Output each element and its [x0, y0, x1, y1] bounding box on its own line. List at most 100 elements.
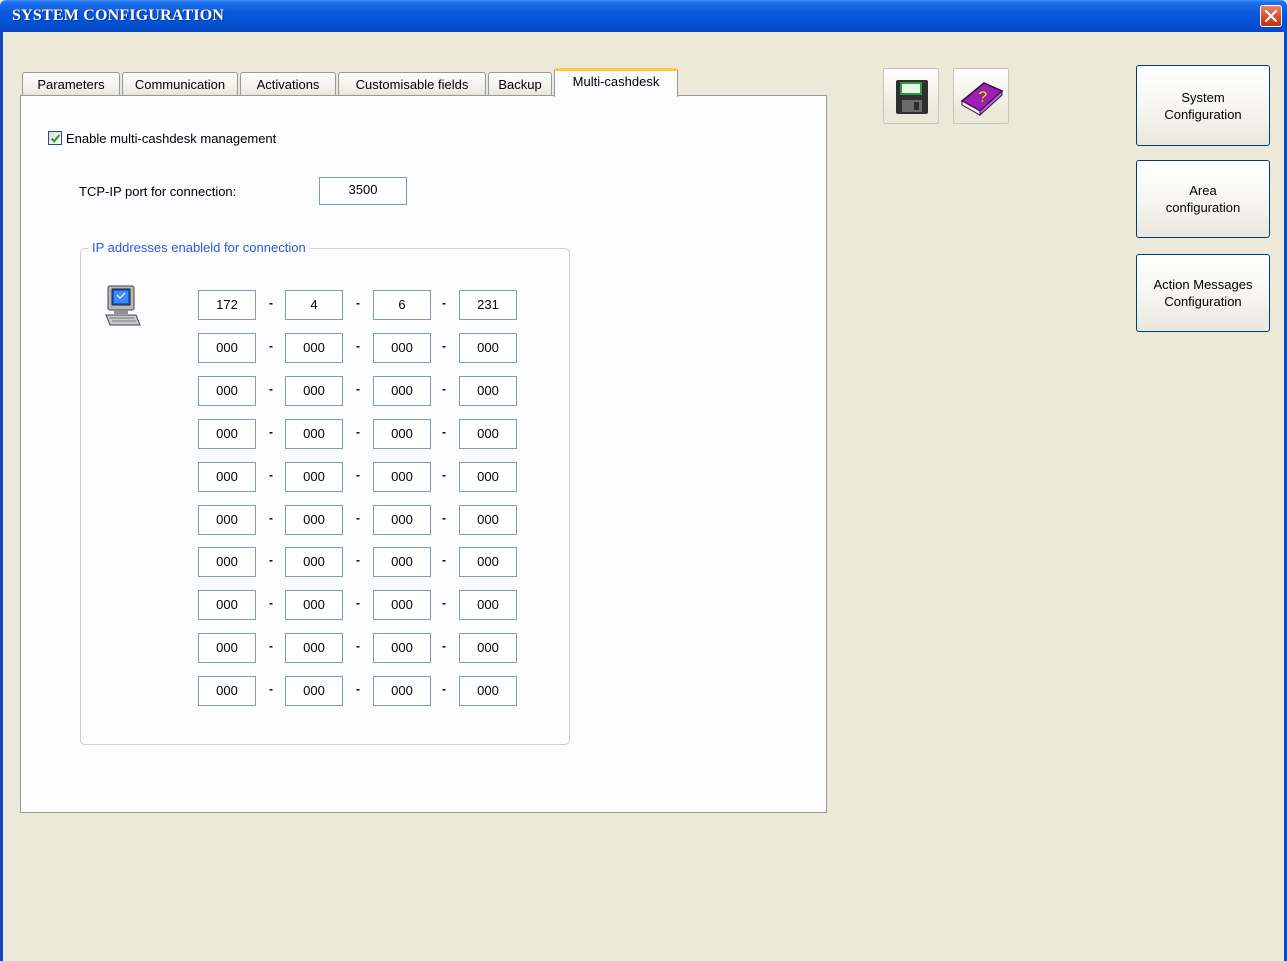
ip-octet-input[interactable]: 000	[285, 505, 343, 535]
close-button[interactable]	[1260, 5, 1282, 27]
ip-octet-input[interactable]: 000	[198, 333, 256, 363]
action-messages-configuration-button[interactable]: Action Messages Configuration	[1136, 254, 1270, 332]
tab-customisable-fields[interactable]: Customisable fields	[338, 72, 486, 96]
ip-separator: -	[442, 596, 446, 610]
ip-separator: -	[269, 553, 273, 567]
tab-label: Communication	[134, 77, 226, 92]
ip-octet-input[interactable]: 000	[373, 462, 431, 492]
system-configuration-button[interactable]: System Configuration	[1136, 65, 1270, 146]
ip-octet-input[interactable]: 000	[285, 333, 343, 363]
ip-separator: -	[442, 468, 446, 482]
ip-separator: -	[269, 682, 273, 696]
ip-octet-input[interactable]: 6	[373, 290, 431, 320]
ip-separator: -	[442, 339, 446, 353]
ip-octet-input[interactable]: 000	[198, 419, 256, 449]
ip-octet-input[interactable]: 000	[198, 676, 256, 706]
tab-parameters[interactable]: Parameters	[22, 72, 120, 96]
ip-separator: -	[356, 511, 360, 525]
ip-separator: -	[269, 596, 273, 610]
ip-separator: -	[442, 382, 446, 396]
ip-addresses-group-title: IP addresses enableld for connection	[88, 240, 310, 255]
ip-separator: -	[356, 468, 360, 482]
ip-octet-input[interactable]: 000	[285, 419, 343, 449]
enable-multicashdesk-checkbox[interactable]	[48, 131, 62, 145]
ip-separator: -	[356, 682, 360, 696]
ip-separator: -	[442, 296, 446, 310]
button-label: Configuration	[1164, 294, 1242, 309]
enable-multicashdesk-row[interactable]: Enable multi-cashdesk management	[48, 130, 276, 146]
button-label: System	[1181, 89, 1225, 105]
svg-text:?: ?	[978, 89, 988, 106]
ip-octet-input[interactable]: 000	[198, 547, 256, 577]
tab-activations[interactable]: Activations	[240, 72, 336, 96]
ip-octet-input[interactable]: 000	[373, 633, 431, 663]
ip-octet-input[interactable]: 000	[373, 676, 431, 706]
ip-octet-input[interactable]: 172	[198, 290, 256, 320]
ip-octet-input[interactable]: 000	[285, 376, 343, 406]
ip-octet-input[interactable]: 000	[285, 462, 343, 492]
ip-octet-input[interactable]: 000	[459, 505, 517, 535]
ip-separator: -	[269, 468, 273, 482]
floppy-disk-icon	[896, 80, 928, 114]
ip-separator: -	[356, 425, 360, 439]
ip-separator: -	[269, 425, 273, 439]
ip-octet-input[interactable]: 000	[459, 333, 517, 363]
ip-separator: -	[356, 553, 360, 567]
tab-backup[interactable]: Backup	[488, 72, 552, 96]
button-label: configuration	[1165, 200, 1241, 215]
save-button[interactable]	[883, 68, 939, 124]
ip-octet-input[interactable]: 000	[459, 633, 517, 663]
ip-octet-input[interactable]: 000	[459, 547, 517, 577]
ip-octet-input[interactable]: 000	[459, 376, 517, 406]
tab-label: Backup	[498, 77, 542, 92]
ip-separator: -	[442, 553, 446, 567]
area-configuration-button[interactable]: Area configuration	[1136, 160, 1270, 238]
tab-label: Parameters	[37, 77, 105, 92]
ip-octet-input[interactable]: 000	[285, 676, 343, 706]
ip-separator: -	[269, 382, 273, 396]
ip-separator: -	[442, 511, 446, 525]
tab-multi-cashdesk[interactable]: Multi-cashdesk	[554, 68, 678, 97]
ip-separator: -	[356, 382, 360, 396]
help-book-icon: ?	[960, 82, 1004, 117]
ip-octet-input[interactable]: 000	[373, 419, 431, 449]
tcpip-port-label: TCP-IP port for connection:	[79, 184, 237, 199]
ip-octet-input[interactable]: 4	[285, 290, 343, 320]
ip-separator: -	[356, 339, 360, 353]
button-label: Configuration	[1164, 106, 1242, 122]
ip-octet-input[interactable]: 000	[373, 590, 431, 620]
ip-octet-input[interactable]: 000	[459, 590, 517, 620]
ip-separator: -	[442, 639, 446, 653]
title-bar: SYSTEM CONFIGURATION	[0, 0, 1287, 32]
ip-separator: -	[442, 425, 446, 439]
ip-separator: -	[356, 639, 360, 653]
ip-octet-input[interactable]: 000	[198, 462, 256, 492]
ip-octet-input[interactable]: 231	[459, 290, 517, 320]
ip-octet-input[interactable]: 000	[285, 547, 343, 577]
ip-separator: -	[356, 596, 360, 610]
tcpip-port-input[interactable]: 3500	[319, 177, 407, 205]
ip-separator: -	[269, 339, 273, 353]
close-icon	[1265, 10, 1277, 22]
ip-separator: -	[269, 511, 273, 525]
tab-label: Multi-cashdesk	[572, 74, 660, 89]
ip-octet-input[interactable]: 000	[198, 376, 256, 406]
ip-octet-input[interactable]: 000	[198, 590, 256, 620]
window-title: SYSTEM CONFIGURATION	[12, 7, 225, 24]
ip-octet-input[interactable]: 000	[285, 590, 343, 620]
tab-label: Activations	[256, 77, 320, 92]
ip-octet-input[interactable]: 000	[459, 462, 517, 492]
help-button[interactable]: ?	[953, 68, 1009, 124]
button-label: Action Messages	[1153, 277, 1253, 292]
ip-octet-input[interactable]: 000	[373, 333, 431, 363]
ip-octet-input[interactable]: 000	[459, 676, 517, 706]
ip-octet-input[interactable]: 000	[459, 419, 517, 449]
ip-octet-input[interactable]: 000	[285, 633, 343, 663]
tab-communication[interactable]: Communication	[122, 72, 238, 96]
ip-octet-input[interactable]: 000	[373, 505, 431, 535]
ip-octet-input[interactable]: 000	[373, 547, 431, 577]
ip-octet-input[interactable]: 000	[198, 633, 256, 663]
ip-octet-input[interactable]: 000	[373, 376, 431, 406]
ip-octet-input[interactable]: 000	[198, 505, 256, 535]
tab-label: Customisable fields	[355, 77, 469, 92]
